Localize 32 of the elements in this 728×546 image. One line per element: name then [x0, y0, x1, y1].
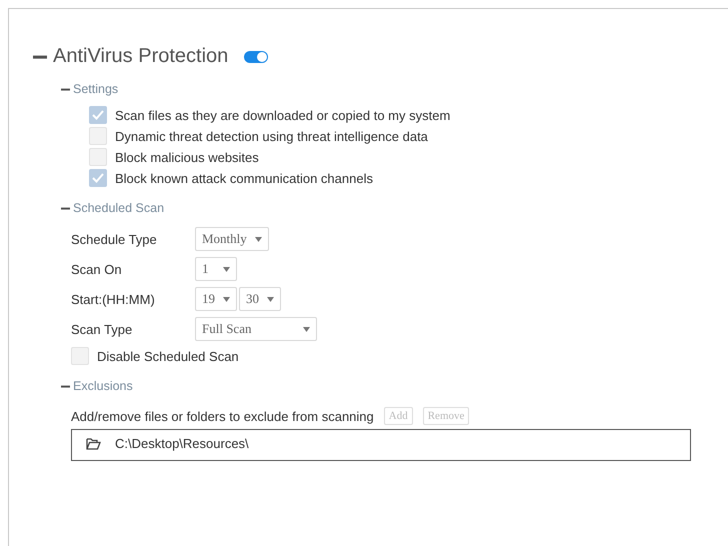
caret-icon — [254, 236, 262, 242]
checkbox[interactable] — [89, 106, 107, 124]
group-title: Settings — [73, 82, 118, 96]
folder-path[interactable]: C:\Desktop\Resources\ — [115, 436, 249, 451]
caret-icon — [223, 266, 230, 272]
field-label: Start:(HH:MM) — [71, 292, 156, 306]
dropdown[interactable]: 30 — [239, 287, 281, 311]
section-title: AntiVirus Protection — [53, 45, 228, 68]
option-label: Dynamic threat detection using threat intelligence data — [115, 128, 428, 144]
checkbox[interactable] — [89, 127, 107, 145]
option-label: Block malicious websites — [115, 150, 259, 164]
field-label: Schedule Type — [71, 232, 158, 246]
checkbox[interactable] — [89, 169, 107, 187]
caret-icon — [267, 296, 274, 302]
checkbox[interactable] — [71, 347, 89, 365]
toggle-switch[interactable] — [244, 50, 268, 62]
group-title: Exclusions — [73, 379, 133, 393]
folder-icon — [86, 438, 101, 450]
dropdown[interactable]: 1 — [195, 257, 237, 281]
field-label: Scan Type — [71, 322, 134, 336]
field-label: Scan On — [71, 262, 123, 276]
option-label: Disable Scheduled Scan — [97, 348, 239, 364]
option-label: Block known attack communication channels — [115, 170, 373, 186]
checkbox[interactable] — [89, 148, 107, 166]
caret-icon — [223, 296, 230, 302]
dropdown[interactable]: Monthly — [195, 227, 269, 251]
option-label: Scan files as they are downloaded or copied to my system — [115, 108, 450, 122]
group-title: Scheduled Scan — [73, 201, 164, 215]
instruction-text: Add/remove files or folders to exclude from scanning — [71, 408, 374, 424]
caret-icon — [303, 326, 310, 332]
dropdown[interactable]: Full Scan — [195, 317, 317, 341]
dropdown[interactable]: 19 — [195, 287, 237, 311]
